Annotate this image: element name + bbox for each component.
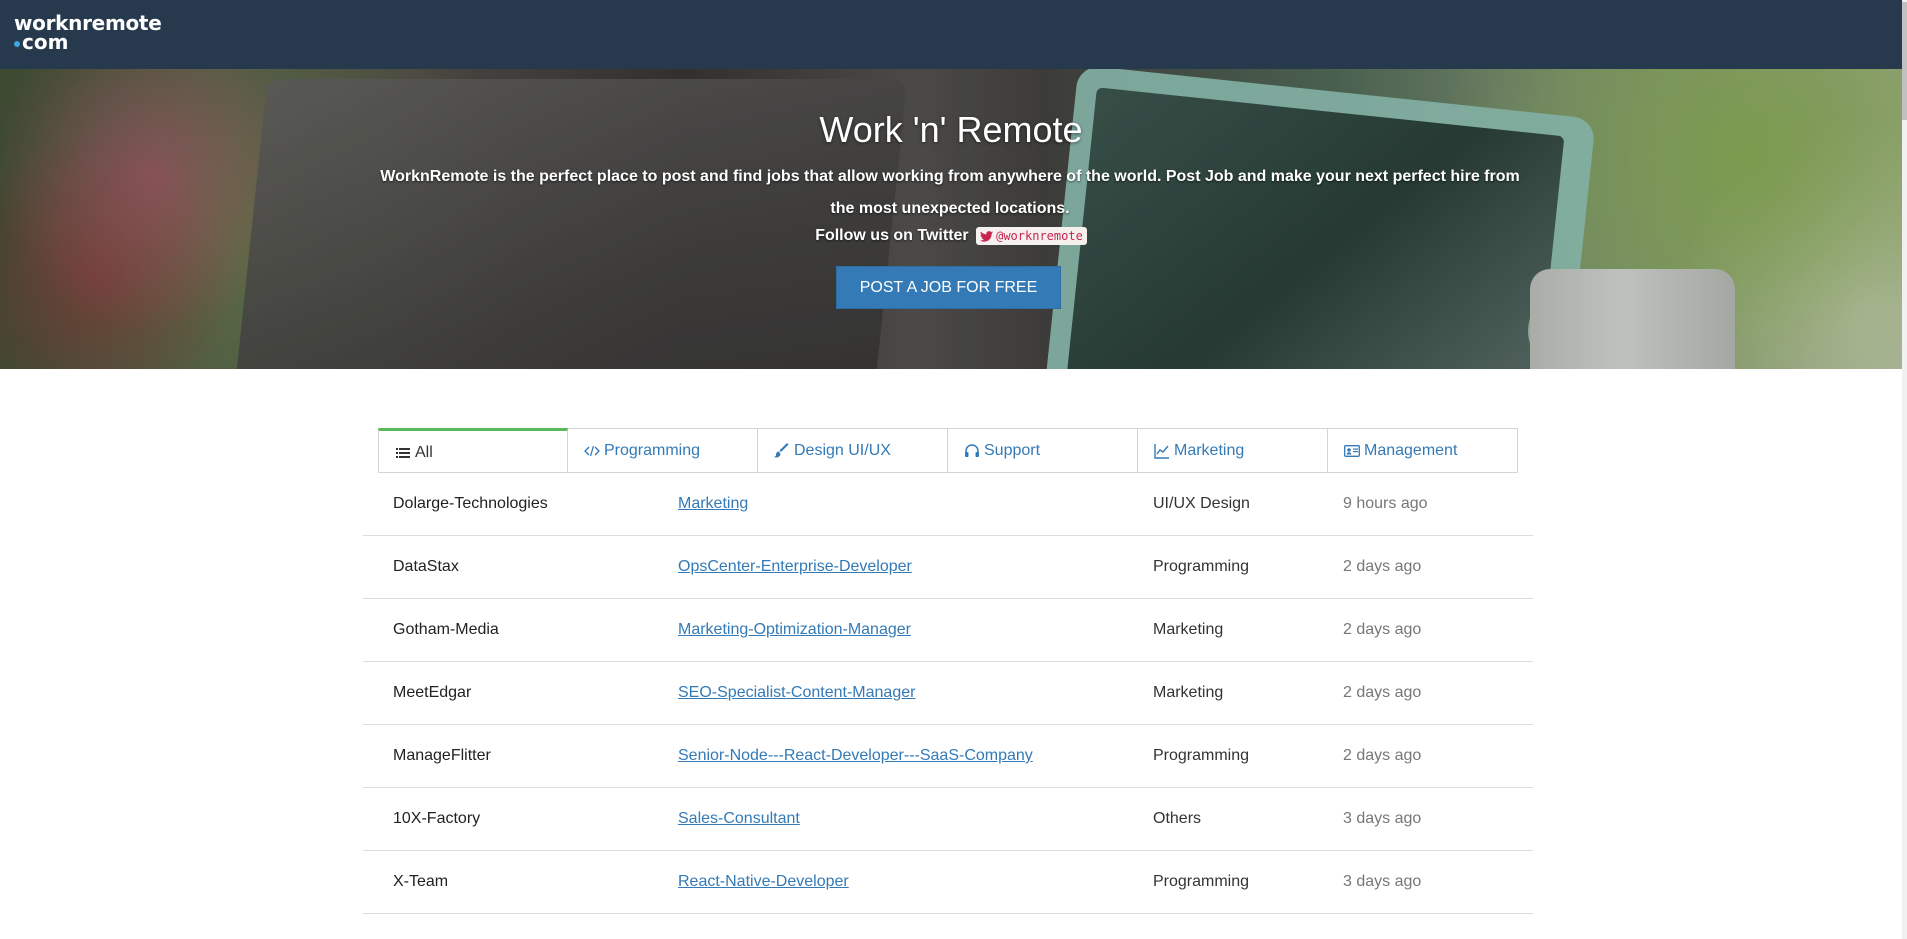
tab-all[interactable]: All <box>378 428 568 473</box>
tab-marketing[interactable]: Marketing <box>1138 428 1328 473</box>
tab-label: Management <box>1364 441 1458 459</box>
tab-programming[interactable]: Programming <box>568 428 758 473</box>
job-title-link[interactable]: Marketing <box>678 495 748 513</box>
job-company: MeetEdgar <box>393 684 472 701</box>
job-category: Marketing <box>1153 621 1224 638</box>
twitter-link[interactable]: @worknremote <box>976 227 1087 245</box>
brush-icon <box>774 442 789 457</box>
category-tabs: All Programming Design UI/UX Support Mar… <box>378 428 1520 473</box>
job-title-link[interactable]: SEO-Specialist-Content-Manager <box>678 684 915 702</box>
headphones-icon <box>965 443 979 457</box>
job-category: Others <box>1153 810 1202 827</box>
job-list: Dolarge-Technologies Marketing UI/UX Des… <box>363 473 1533 914</box>
scrollbar-thumb[interactable] <box>1902 2 1907 120</box>
job-category: UI/UX Design <box>1153 495 1250 512</box>
hero-banner: Work 'n' Remote WorknRemote is the perfe… <box>0 69 1902 369</box>
job-title-link[interactable]: Marketing-Optimization-Manager <box>678 621 911 639</box>
job-row: Gotham-Media Marketing-Optimization-Mana… <box>363 599 1533 662</box>
job-posted-time: 2 days ago <box>1343 747 1422 764</box>
logo-dot-icon <box>14 40 20 47</box>
id-card-icon <box>1344 444 1360 457</box>
job-title-link[interactable]: OpsCenter-Enterprise-Developer <box>678 558 912 576</box>
hero-description: WorknRemote is the perfect place to post… <box>380 168 1520 217</box>
job-posted-time: 2 days ago <box>1343 558 1422 575</box>
job-posted-time: 3 days ago <box>1343 873 1422 890</box>
job-row: ManageFlitter Senior-Node---React-Develo… <box>363 725 1533 788</box>
logo-domain: com <box>14 30 161 54</box>
job-category: Marketing <box>1153 684 1224 701</box>
hero-title: Work 'n' Remote <box>819 109 1083 150</box>
tab-label: Programming <box>604 441 701 459</box>
line-chart-icon <box>1154 443 1169 459</box>
job-posted-time: 9 hours ago <box>1343 495 1428 512</box>
tab-label: Support <box>984 441 1041 459</box>
job-row: MeetEdgar SEO-Specialist-Content-Manager… <box>363 662 1533 725</box>
job-title-link[interactable]: Senior-Node---React-Developer---SaaS-Com… <box>678 747 1033 765</box>
tab-design[interactable]: Design UI/UX <box>758 428 948 473</box>
twitter-follow-text: Follow us on Twitter <box>815 227 969 245</box>
job-row: DataStax OpsCenter-Enterprise-Developer … <box>363 536 1533 599</box>
tab-management[interactable]: Management <box>1328 428 1518 473</box>
job-title-link[interactable]: React-Native-Developer <box>678 873 849 891</box>
job-category: Programming <box>1153 873 1250 890</box>
job-company: Gotham-Media <box>393 621 499 638</box>
twitter-handle: @worknremote <box>996 229 1083 243</box>
job-title-link[interactable]: Sales-Consultant <box>678 810 800 828</box>
top-navbar: worknremote com <box>0 0 1902 69</box>
post-job-button[interactable]: POST A JOB FOR FREE <box>836 266 1061 309</box>
job-category: Programming <box>1153 747 1250 764</box>
tab-support[interactable]: Support <box>948 428 1138 473</box>
job-company: ManageFlitter <box>393 747 491 764</box>
site-logo[interactable]: worknremote com <box>14 13 162 54</box>
page-scrollbar[interactable] <box>1902 0 1907 939</box>
tab-label: Design UI/UX <box>794 441 891 459</box>
job-row: 10X-Factory Sales-Consultant Others 3 da… <box>363 788 1533 851</box>
tab-label: All <box>415 443 433 461</box>
job-row: X-Team React-Native-Developer Programmin… <box>363 851 1533 914</box>
job-company: DataStax <box>393 558 459 575</box>
twitter-follow: Follow us on Twitter @worknremote <box>0 227 1902 245</box>
code-icon <box>584 445 600 456</box>
twitter-icon <box>980 230 994 242</box>
logo-domain-text: com <box>22 30 69 54</box>
job-company: X-Team <box>393 873 449 890</box>
job-company: Dolarge-Technologies <box>393 495 548 512</box>
job-posted-time: 2 days ago <box>1343 684 1422 701</box>
job-category: Programming <box>1153 558 1250 575</box>
job-posted-time: 3 days ago <box>1343 810 1422 827</box>
tab-label: Marketing <box>1174 441 1245 459</box>
list-icon <box>396 447 410 458</box>
job-row: Dolarge-Technologies Marketing UI/UX Des… <box>363 473 1533 536</box>
job-posted-time: 2 days ago <box>1343 621 1422 638</box>
job-company: 10X-Factory <box>393 810 481 827</box>
